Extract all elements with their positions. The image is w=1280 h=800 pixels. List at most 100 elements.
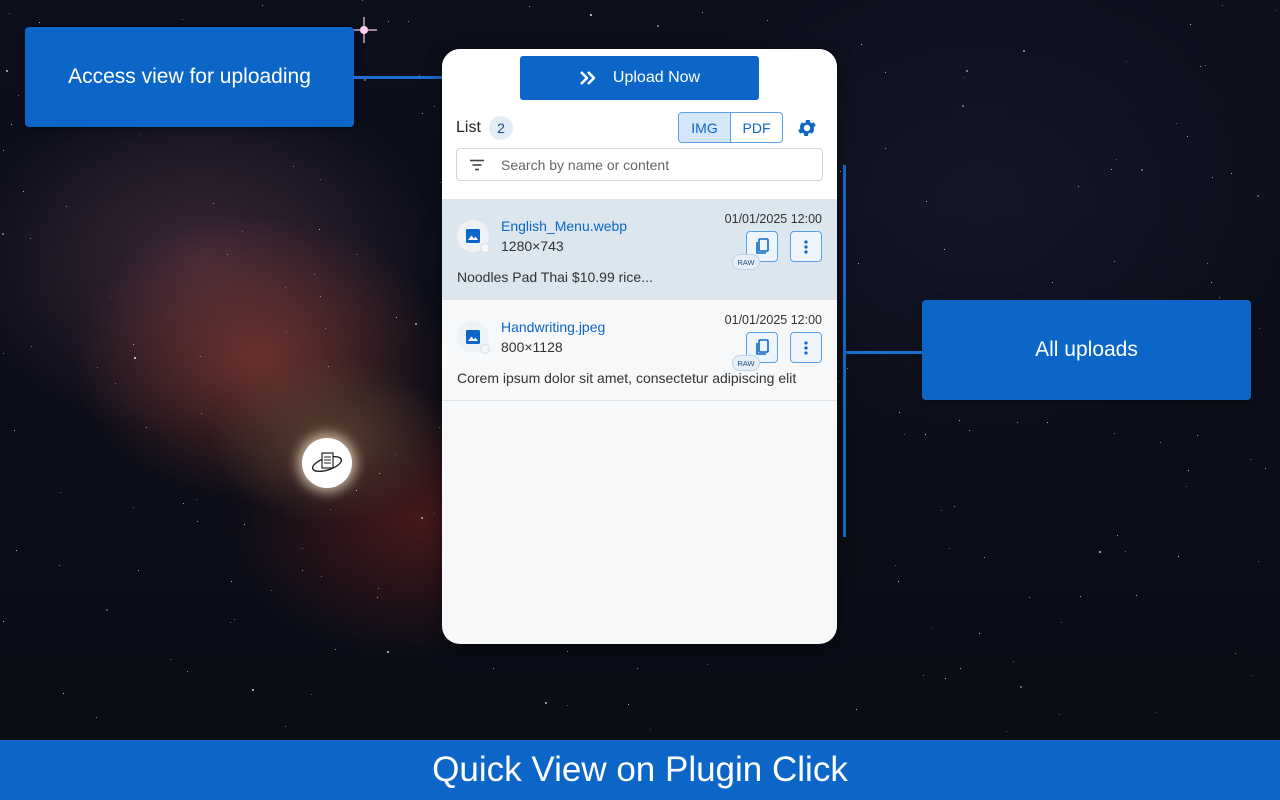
star bbox=[319, 229, 320, 230]
star bbox=[434, 106, 435, 107]
more-vertical-icon bbox=[804, 239, 808, 254]
star bbox=[106, 609, 108, 611]
star bbox=[9, 13, 10, 14]
star bbox=[182, 19, 183, 20]
star bbox=[1141, 169, 1143, 171]
star bbox=[941, 510, 942, 511]
star bbox=[293, 166, 294, 167]
star bbox=[1257, 195, 1259, 197]
star bbox=[1259, 328, 1260, 329]
star bbox=[1190, 24, 1191, 25]
star bbox=[23, 191, 24, 192]
search-bar[interactable] bbox=[456, 148, 823, 181]
star bbox=[1212, 177, 1213, 178]
star bbox=[923, 675, 924, 676]
star bbox=[97, 367, 98, 368]
star bbox=[847, 368, 848, 369]
star bbox=[321, 576, 322, 577]
star bbox=[408, 21, 409, 22]
star bbox=[838, 381, 839, 382]
star bbox=[213, 203, 214, 204]
more-options-button[interactable] bbox=[790, 231, 822, 262]
star bbox=[63, 693, 64, 694]
file-name[interactable]: Handwriting.jpeg bbox=[501, 319, 605, 335]
star bbox=[364, 79, 366, 81]
star bbox=[3, 353, 4, 354]
star bbox=[187, 671, 188, 672]
star bbox=[926, 201, 927, 202]
star bbox=[954, 506, 955, 507]
star bbox=[567, 705, 568, 706]
filter-img-button[interactable]: IMG bbox=[679, 113, 731, 142]
star bbox=[2, 233, 4, 235]
file-type-toggle: IMG PDF bbox=[678, 112, 783, 143]
star bbox=[227, 254, 228, 255]
star bbox=[1114, 433, 1115, 434]
star bbox=[395, 454, 396, 455]
star bbox=[650, 729, 651, 730]
plugin-orb-icon[interactable] bbox=[302, 438, 352, 488]
star bbox=[60, 492, 61, 493]
search-input[interactable] bbox=[501, 156, 791, 173]
bright-star-icon bbox=[351, 17, 377, 43]
more-options-button[interactable] bbox=[790, 332, 822, 363]
star bbox=[1276, 10, 1277, 11]
star bbox=[895, 565, 896, 566]
star bbox=[858, 263, 859, 264]
star bbox=[1116, 159, 1117, 160]
star bbox=[138, 570, 139, 571]
upload-now-button[interactable]: Upload Now bbox=[520, 56, 759, 100]
file-name[interactable]: English_Menu.webp bbox=[501, 218, 627, 234]
gear-icon[interactable] bbox=[796, 117, 818, 139]
star bbox=[964, 77, 965, 78]
star bbox=[200, 356, 201, 357]
callout-upload-access-text: Access view for uploading bbox=[68, 65, 311, 88]
filter-pdf-button[interactable]: PDF bbox=[731, 113, 782, 142]
star bbox=[1061, 622, 1062, 623]
star bbox=[945, 678, 946, 679]
star bbox=[285, 726, 286, 727]
star bbox=[590, 14, 592, 16]
star bbox=[931, 628, 932, 629]
star bbox=[962, 105, 964, 107]
star bbox=[856, 709, 857, 710]
star bbox=[1023, 50, 1025, 52]
star bbox=[885, 72, 886, 73]
star bbox=[1211, 282, 1212, 283]
filter-icon[interactable] bbox=[469, 159, 485, 171]
star bbox=[440, 182, 441, 183]
callout-all-uploads-text: All uploads bbox=[1035, 338, 1138, 361]
star bbox=[201, 413, 202, 414]
star bbox=[1176, 123, 1177, 124]
star bbox=[1006, 731, 1007, 732]
star bbox=[302, 548, 303, 549]
star bbox=[637, 668, 638, 669]
more-vertical-icon bbox=[804, 340, 808, 355]
star bbox=[1111, 169, 1112, 170]
image-icon bbox=[457, 220, 490, 253]
star bbox=[1114, 261, 1115, 262]
upload-row-english-menu[interactable]: English_Menu.webp 1280×743 01/01/2025 12… bbox=[442, 199, 837, 300]
star bbox=[422, 113, 423, 114]
star bbox=[984, 557, 985, 558]
star bbox=[59, 565, 60, 566]
star bbox=[39, 22, 40, 23]
star bbox=[1187, 136, 1188, 137]
star bbox=[1047, 422, 1048, 423]
star bbox=[242, 231, 243, 232]
star bbox=[328, 366, 329, 367]
star bbox=[133, 507, 134, 508]
star bbox=[134, 357, 136, 359]
star bbox=[356, 490, 357, 491]
star bbox=[16, 550, 17, 551]
upload-row-handwriting[interactable]: Handwriting.jpeg 800×1128 01/01/2025 12:… bbox=[442, 300, 837, 401]
star bbox=[3, 150, 4, 151]
file-date: 01/01/2025 12:00 bbox=[724, 212, 822, 226]
star bbox=[66, 206, 67, 207]
connector-line-uploads bbox=[846, 351, 922, 354]
star bbox=[346, 436, 347, 437]
star bbox=[1052, 282, 1053, 283]
star bbox=[1125, 551, 1126, 552]
star bbox=[1207, 263, 1208, 264]
star bbox=[286, 332, 287, 333]
